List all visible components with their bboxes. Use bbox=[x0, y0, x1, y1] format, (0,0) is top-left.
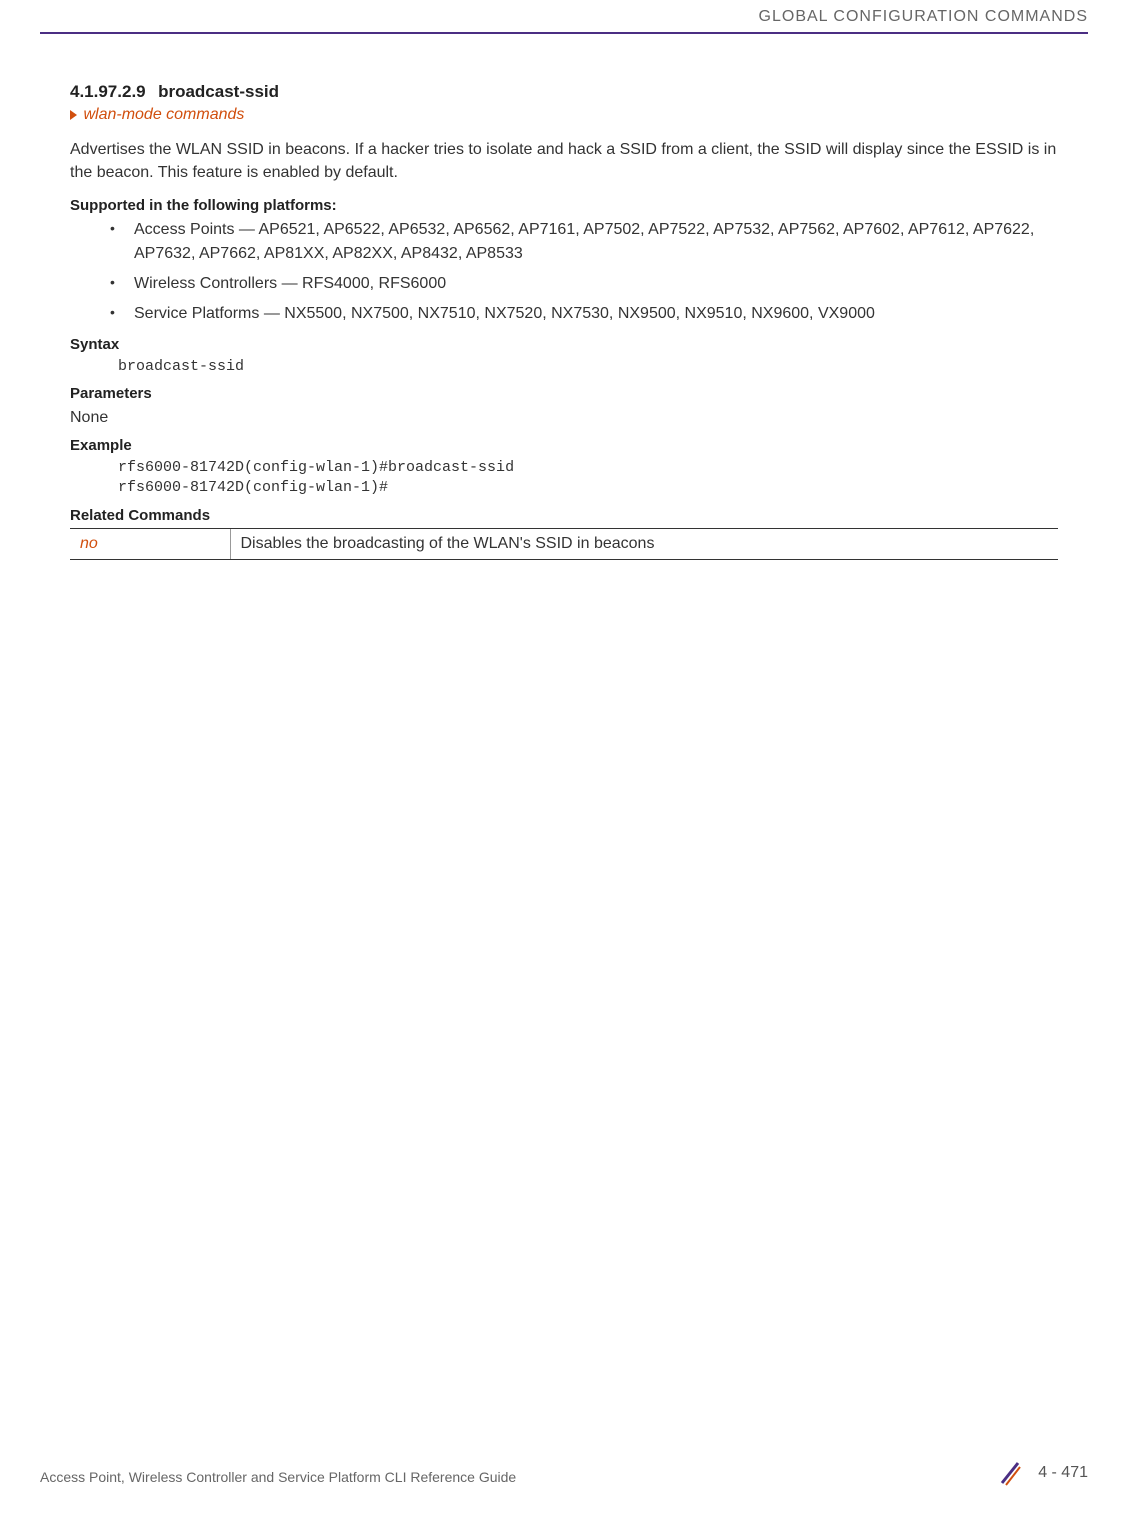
page-header-title: GLOBAL CONFIGURATION COMMANDS bbox=[759, 8, 1088, 26]
syntax-heading: Syntax bbox=[70, 336, 1058, 353]
section-heading: 4.1.97.2.9 broadcast-ssid bbox=[70, 82, 1058, 102]
list-item: Wireless Controllers — RFS4000, RFS6000 bbox=[110, 272, 1058, 296]
platform-list: Access Points — AP6521, AP6522, AP6532, … bbox=[70, 218, 1058, 326]
related-cmd-cell: no bbox=[70, 528, 230, 559]
example-heading: Example bbox=[70, 437, 1058, 454]
context-link-row: wlan-mode commands bbox=[70, 106, 1058, 124]
supported-heading: Supported in the following platforms: bbox=[70, 197, 1058, 214]
footer-guide-title: Access Point, Wireless Controller and Se… bbox=[40, 1469, 516, 1485]
table-row: no Disables the broadcasting of the WLAN… bbox=[70, 528, 1058, 559]
section-number: 4.1.97.2.9 bbox=[70, 82, 146, 101]
parameters-heading: Parameters bbox=[70, 385, 1058, 402]
section-description: Advertises the WLAN SSID in beacons. If … bbox=[70, 138, 1058, 184]
footer-right: 4 - 471 bbox=[996, 1459, 1088, 1487]
context-link[interactable]: wlan-mode commands bbox=[83, 106, 244, 123]
header-divider bbox=[40, 32, 1088, 34]
list-item: Service Platforms — NX5500, NX7500, NX75… bbox=[110, 302, 1058, 326]
main-content: 4.1.97.2.9 broadcast-ssid wlan-mode comm… bbox=[70, 82, 1058, 560]
slash-logo-icon bbox=[996, 1459, 1024, 1487]
list-item: Access Points — AP6521, AP6522, AP6532, … bbox=[110, 218, 1058, 266]
arrow-right-icon bbox=[70, 110, 77, 120]
example-code: rfs6000-81742D(config-wlan-1)#broadcast-… bbox=[118, 458, 1058, 499]
page-number: 4 - 471 bbox=[1038, 1464, 1088, 1482]
page-footer: Access Point, Wireless Controller and Se… bbox=[40, 1469, 1088, 1487]
related-cmd-link[interactable]: no bbox=[80, 535, 98, 552]
related-desc-cell: Disables the broadcasting of the WLAN's … bbox=[230, 528, 1058, 559]
section-title: broadcast-ssid bbox=[158, 82, 279, 101]
syntax-code: broadcast-ssid bbox=[118, 357, 1058, 377]
related-commands-table: no Disables the broadcasting of the WLAN… bbox=[70, 528, 1058, 560]
related-heading: Related Commands bbox=[70, 507, 1058, 524]
parameters-value: None bbox=[70, 406, 1058, 429]
